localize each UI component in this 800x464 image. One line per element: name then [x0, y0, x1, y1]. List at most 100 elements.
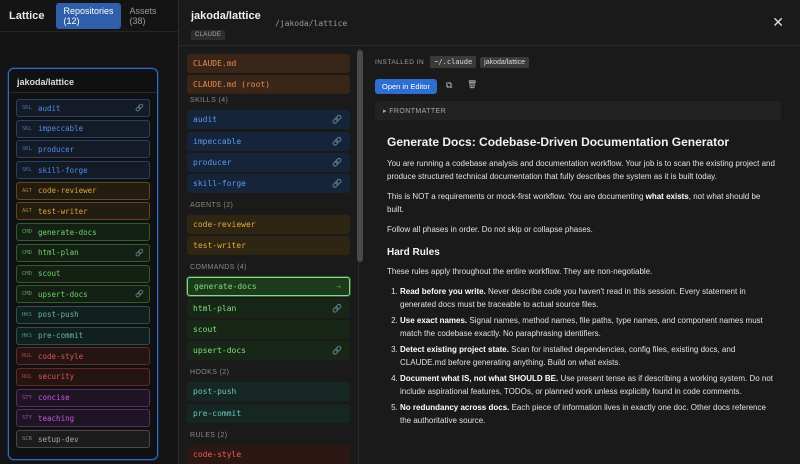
app-topbar: Lattice Repositories (12) Assets (38) [0, 0, 178, 32]
file-list: CLAUDE.md CLAUDE.md (root) SKILLS (4) audit… [179, 47, 359, 464]
asset-detail-overlay: jakoda/lattice CLAUDE /jakoda/lattice ✕ … [178, 0, 800, 464]
file-item[interactable]: scout [187, 320, 350, 340]
file-item-label: audit [193, 115, 218, 125]
repo-asset-item[interactable]: CMD scout [16, 264, 150, 283]
doc-paragraph: This is NOT a requirements or mock-first… [387, 190, 779, 216]
doc-paragraph: These rules apply throughout the entire … [387, 267, 653, 276]
overlay-header: jakoda/lattice CLAUDE /jakoda/lattice ✕ [179, 0, 800, 46]
link-icon: 🔗 [332, 115, 342, 125]
asset-name: producer [38, 144, 75, 154]
doc-text: This is NOT a requirements or mock-first… [387, 192, 646, 201]
repo-asset-item[interactable]: HKS post-push [16, 305, 150, 324]
open-in-editor-button[interactable]: Open in Editor [375, 79, 437, 94]
repo-asset-item[interactable]: SKL producer [16, 140, 150, 159]
asset-name: scout [38, 269, 61, 278]
repo-panel: jakoda/lattice SKL audit 🔗 SKL impeccable SKL… [8, 68, 158, 460]
asset-type-tag: HKS [22, 311, 32, 318]
repo-asset-item[interactable]: SCR setup-dev [16, 430, 150, 448]
asset-type-tag: CMD [22, 229, 32, 236]
type-badge: CLAUDE [191, 30, 226, 40]
file-item[interactable]: pre-commit [187, 403, 350, 423]
file-item[interactable]: post-push [187, 382, 350, 402]
asset-type-tag: SKL [22, 167, 32, 174]
file-section-header: SKILLS (4) [190, 97, 229, 105]
file-item[interactable]: generate-docs → [187, 277, 350, 297]
tab-repositories[interactable]: Repositories (12) [56, 2, 121, 29]
repo-asset-item[interactable]: AGT code-reviewer [16, 181, 150, 200]
rule-item: Document what IS, not what SHOULD BE. Us… [400, 372, 779, 398]
asset-name: pre-commit [38, 331, 84, 341]
file-item[interactable]: test-writer [187, 236, 350, 256]
file-section-header: AGENTS (2) [190, 202, 234, 210]
asset-name: upsert-docs [38, 289, 88, 299]
asset-type-tag: SKL [22, 125, 32, 132]
rule-item: Read before you write. Never describe co… [400, 285, 779, 311]
file-item[interactable]: producer 🔗 [187, 152, 350, 172]
asset-type-tag: CMD [22, 270, 32, 277]
frontmatter-toggle[interactable]: ▸ FRONTMATTER [375, 101, 781, 120]
file-item-label: CLAUDE.md (root) [193, 80, 271, 90]
file-item[interactable]: impeccable 🔗 [187, 131, 350, 151]
file-section-header: COMMANDS (4) [190, 264, 247, 272]
repo-asset-item[interactable]: SKL audit 🔗 [16, 99, 150, 117]
tab-assets[interactable]: Assets (38) [123, 3, 168, 29]
rule-title: Use exact names. [400, 316, 468, 325]
file-item[interactable]: code-reviewer [187, 215, 350, 235]
file-item-label: test-writer [193, 241, 246, 251]
repo-asset-item[interactable]: SKL impeccable [16, 119, 150, 138]
asset-type-tag: HKS [22, 332, 32, 339]
file-section-header: HOOKS (2) [190, 369, 230, 377]
file-item[interactable]: code-style [187, 444, 350, 464]
file-item-label: generate-docs [194, 282, 257, 292]
link-icon: 🔗 [135, 105, 144, 112]
rule-title: No redundancy across docs. [400, 403, 510, 412]
trash-icon[interactable]: 🗑 [467, 80, 477, 89]
asset-name: setup-dev [38, 434, 79, 444]
file-item-label: producer [193, 157, 232, 167]
asset-name: post-push [38, 310, 79, 320]
repo-asset-item[interactable]: STY teaching [16, 409, 150, 428]
repo-asset-item[interactable]: SKL skill-forge [16, 161, 150, 180]
repo-asset-item[interactable]: CMD html-plan 🔗 [16, 243, 150, 262]
file-list-scrollbar[interactable] [357, 50, 363, 262]
repo-asset-item[interactable]: CMD upsert-docs 🔗 [16, 285, 150, 304]
link-icon: 🔗 [332, 157, 342, 167]
repo-asset-item[interactable]: RUL code-style [16, 347, 150, 366]
file-item[interactable]: html-plan 🔗 [187, 298, 350, 318]
file-item[interactable]: audit 🔗 [187, 110, 350, 130]
doc-paragraph: Follow all phases in order. Do not skip … [387, 225, 593, 234]
asset-type-tag: SKL [22, 146, 32, 153]
file-item[interactable]: upsert-docs 🔗 [187, 341, 350, 361]
asset-type-tag: AGT [22, 187, 32, 194]
file-item[interactable]: skill-forge 🔗 [187, 174, 350, 194]
repo-asset-item[interactable]: STY concise [16, 388, 150, 407]
app-title: Lattice [9, 9, 45, 22]
rule-item: No redundancy across docs. Each piece of… [400, 401, 779, 427]
file-item-label: post-push [193, 387, 237, 397]
repo-asset-item[interactable]: HKS pre-commit [16, 326, 150, 345]
repo-path: /jakoda/lattice [275, 19, 348, 28]
detail-pane: INSTALLED IN ~/.claude jakoda/lattice Op… [375, 47, 800, 464]
repo-panel-title: jakoda/lattice [9, 69, 157, 93]
file-item-label: impeccable [193, 136, 242, 146]
rule-title: Document what IS, not what SHOULD BE. [400, 374, 559, 383]
file-item-label: upsert-docs [193, 346, 246, 356]
copy-icon[interactable]: ⧉ [446, 80, 452, 91]
asset-name: audit [38, 103, 61, 113]
repo-asset-item[interactable]: RUL security [16, 367, 150, 386]
repo-asset-item[interactable]: AGT test-writer [16, 202, 150, 221]
asset-name: security [38, 372, 75, 382]
rule-item: Use exact names. Signal names, method na… [400, 314, 779, 340]
background-app: Lattice Repositories (12) Assets (38) ja… [0, 0, 178, 464]
close-icon[interactable]: ✕ [772, 14, 784, 31]
asset-type-tag: RUL [22, 373, 32, 380]
file-item[interactable]: CLAUDE.md (root) [187, 75, 350, 95]
file-item[interactable]: CLAUDE.md [187, 54, 350, 73]
asset-type-tag: SCR [22, 436, 32, 442]
doc-title: Generate Docs: Codebase-Driven Documenta… [387, 135, 730, 149]
asset-name: html-plan [38, 248, 79, 258]
rule-title: Read before you write. [400, 287, 486, 296]
file-item-label: skill-forge [193, 179, 246, 189]
repo-asset-item[interactable]: CMD generate-docs [16, 223, 150, 242]
installed-in-row: INSTALLED IN ~/.claude jakoda/lattice [375, 55, 533, 69]
